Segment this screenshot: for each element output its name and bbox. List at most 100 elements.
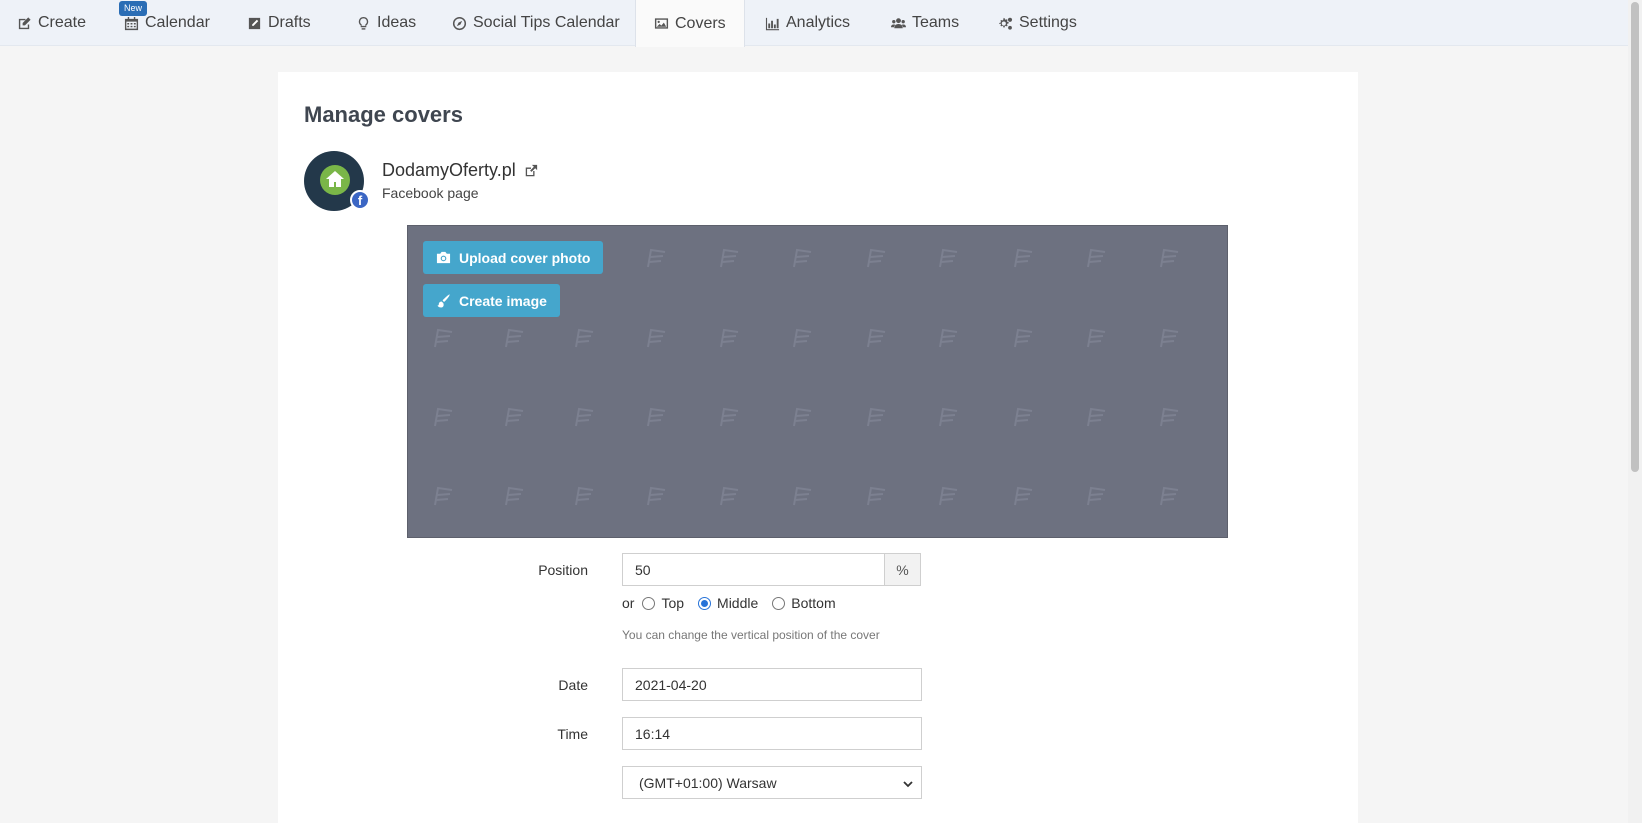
external-link-icon[interactable] [524, 164, 538, 178]
watermark-icon [645, 407, 669, 427]
top-navigation: Create New Calendar Drafts Ideas Social … [0, 0, 1642, 47]
watermark-icon [1158, 486, 1182, 506]
house-icon [326, 171, 344, 187]
nav-label: Analytics [786, 14, 851, 31]
camera-icon [436, 251, 451, 264]
watermark-icon [865, 248, 889, 268]
edit-icon [18, 16, 31, 29]
timezone-value: (GMT+01:00) Warsaw [639, 774, 777, 791]
lightbulb-icon [358, 16, 369, 30]
nav-label: Drafts [268, 14, 311, 31]
radio-middle-label[interactable]: Middle [717, 595, 758, 611]
watermark-icon [1012, 328, 1036, 348]
date-label: Date [558, 677, 588, 693]
facebook-icon: f [350, 190, 370, 210]
nav-item-calendar[interactable]: Calendar [124, 0, 210, 46]
time-input[interactable]: 16:14 [622, 717, 922, 750]
cogs-icon [999, 17, 1013, 30]
users-icon [891, 17, 906, 28]
watermark-icon [865, 486, 889, 506]
create-image-label: Create image [459, 292, 547, 309]
watermark-icon [718, 248, 742, 268]
watermark-icon [1012, 486, 1036, 506]
watermark-icon [718, 486, 742, 506]
account-name-label: DodamyOferty.pl [382, 160, 516, 180]
watermark-icon [718, 407, 742, 427]
radio-middle[interactable] [698, 596, 712, 610]
nav-label: Calendar [145, 14, 210, 31]
pencil-square-icon [248, 17, 261, 29]
watermark-icon [432, 328, 456, 348]
watermark-icon [1085, 486, 1109, 506]
nav-item-drafts[interactable]: Drafts [247, 0, 311, 46]
nav-item-analytics[interactable]: Analytics [765, 0, 850, 46]
watermark-icon [573, 486, 597, 506]
time-label: Time [557, 726, 588, 742]
watermark-icon [937, 248, 961, 268]
nav-item-covers[interactable]: Covers [635, 0, 745, 47]
nav-item-create[interactable]: Create [17, 0, 86, 46]
cover-preview[interactable]: Upload cover photo Create image [407, 225, 1228, 538]
image-icon [654, 18, 669, 29]
watermark-icon [1085, 328, 1109, 348]
watermark-icon [791, 248, 815, 268]
nav-item-social-tips-calendar[interactable]: Social Tips Calendar [452, 0, 620, 46]
watermark-icon [1158, 248, 1182, 268]
or-label: or [622, 595, 635, 611]
radio-bottom[interactable] [772, 596, 786, 610]
position-radio-group: or Top Middle Bottom [622, 595, 836, 611]
watermark-icon [503, 328, 527, 348]
watermark-icon [1012, 407, 1036, 427]
scrollbar-thumb[interactable] [1631, 2, 1639, 472]
watermark-icon [791, 407, 815, 427]
nav-label: Covers [675, 14, 726, 32]
watermark-icon [645, 328, 669, 348]
watermark-icon [573, 407, 597, 427]
nav-label: Create [38, 14, 87, 31]
watermark-icon [937, 407, 961, 427]
watermark-icon [1158, 328, 1182, 348]
watermark-icon [432, 407, 456, 427]
watermark-icon [1085, 407, 1109, 427]
chevron-down-icon [903, 781, 913, 788]
nav-item-ideas[interactable]: Ideas [356, 0, 416, 46]
watermark-icon [432, 486, 456, 506]
nav-label: Social Tips Calendar [473, 14, 620, 31]
page-scrollbar[interactable] [1628, 0, 1642, 823]
watermark-icon [791, 328, 815, 348]
watermark-icon [937, 328, 961, 348]
nav-item-teams[interactable]: Teams [891, 0, 959, 46]
percent-addon: % [884, 553, 921, 586]
account-type: Facebook page [382, 185, 479, 201]
account-name[interactable]: DodamyOferty.pl [382, 160, 538, 181]
nav-item-settings[interactable]: Settings [998, 0, 1077, 46]
watermark-icon [503, 486, 527, 506]
timezone-select[interactable]: (GMT+01:00) Warsaw [622, 766, 922, 799]
upload-cover-label: Upload cover photo [459, 249, 591, 266]
calendar-icon [124, 16, 139, 30]
watermark-icon [865, 328, 889, 348]
watermark-icon [865, 407, 889, 427]
radio-top-label[interactable]: Top [661, 595, 684, 611]
watermark-icon [718, 328, 742, 348]
radio-bottom-label[interactable]: Bottom [791, 595, 835, 611]
watermark-icon [1085, 248, 1109, 268]
upload-cover-button[interactable]: Upload cover photo [423, 241, 604, 274]
date-input[interactable]: 2021-04-20 [622, 668, 922, 701]
position-input[interactable]: 50 [622, 553, 885, 586]
radio-top[interactable] [642, 596, 656, 610]
watermark-icon [791, 486, 815, 506]
position-hint: You can change the vertical position of … [622, 628, 880, 642]
nav-label: Teams [912, 14, 960, 31]
create-image-button[interactable]: Create image [423, 284, 560, 317]
nav-label: Settings [1019, 14, 1077, 31]
bar-chart-icon [765, 17, 780, 30]
compass-icon [452, 16, 467, 30]
watermark-icon [573, 328, 597, 348]
page-title: Manage covers [304, 102, 463, 127]
watermark-icon [645, 248, 669, 268]
position-label: Position [538, 562, 588, 578]
watermark-icon [645, 486, 669, 506]
watermark-icon [937, 486, 961, 506]
nav-label: Ideas [377, 14, 417, 31]
